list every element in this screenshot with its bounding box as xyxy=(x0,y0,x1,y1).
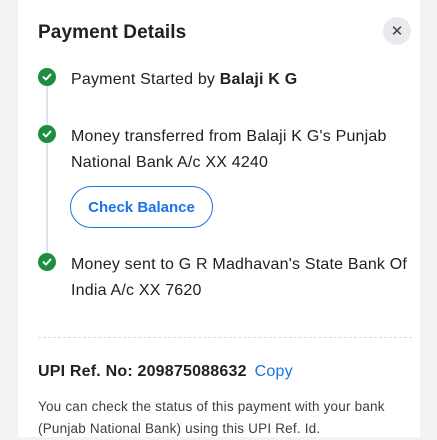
upi-ref-label: UPI Ref. No: 209875088632 xyxy=(38,363,247,380)
check-balance-button[interactable]: Check Balance xyxy=(70,186,213,228)
timeline-line xyxy=(46,84,48,264)
step-text: Payment Started by Balaji K G xyxy=(71,67,416,93)
upi-ref-row: UPI Ref. No: 209875088632 Copy xyxy=(38,363,293,381)
step-text-prefix: Payment Started by xyxy=(71,71,220,88)
check-circle-icon xyxy=(38,68,56,86)
copy-link[interactable]: Copy xyxy=(255,363,293,380)
check-circle-icon xyxy=(38,125,56,143)
check-circle-icon xyxy=(38,253,56,271)
payment-details-card: Payment Details ✕ Payment Started by Bal… xyxy=(18,0,420,437)
close-button[interactable]: ✕ xyxy=(383,17,411,45)
step-text: Money transferred from Balaji K G's Punj… xyxy=(71,128,387,171)
payer-name: Balaji K G xyxy=(219,71,298,88)
help-text: You can check the status of this payment… xyxy=(38,399,385,436)
divider xyxy=(38,337,412,338)
step-text: Money sent to G R Madhavan's State Bank … xyxy=(71,256,408,299)
page-title: Payment Details xyxy=(38,22,187,43)
close-icon: ✕ xyxy=(390,23,404,40)
